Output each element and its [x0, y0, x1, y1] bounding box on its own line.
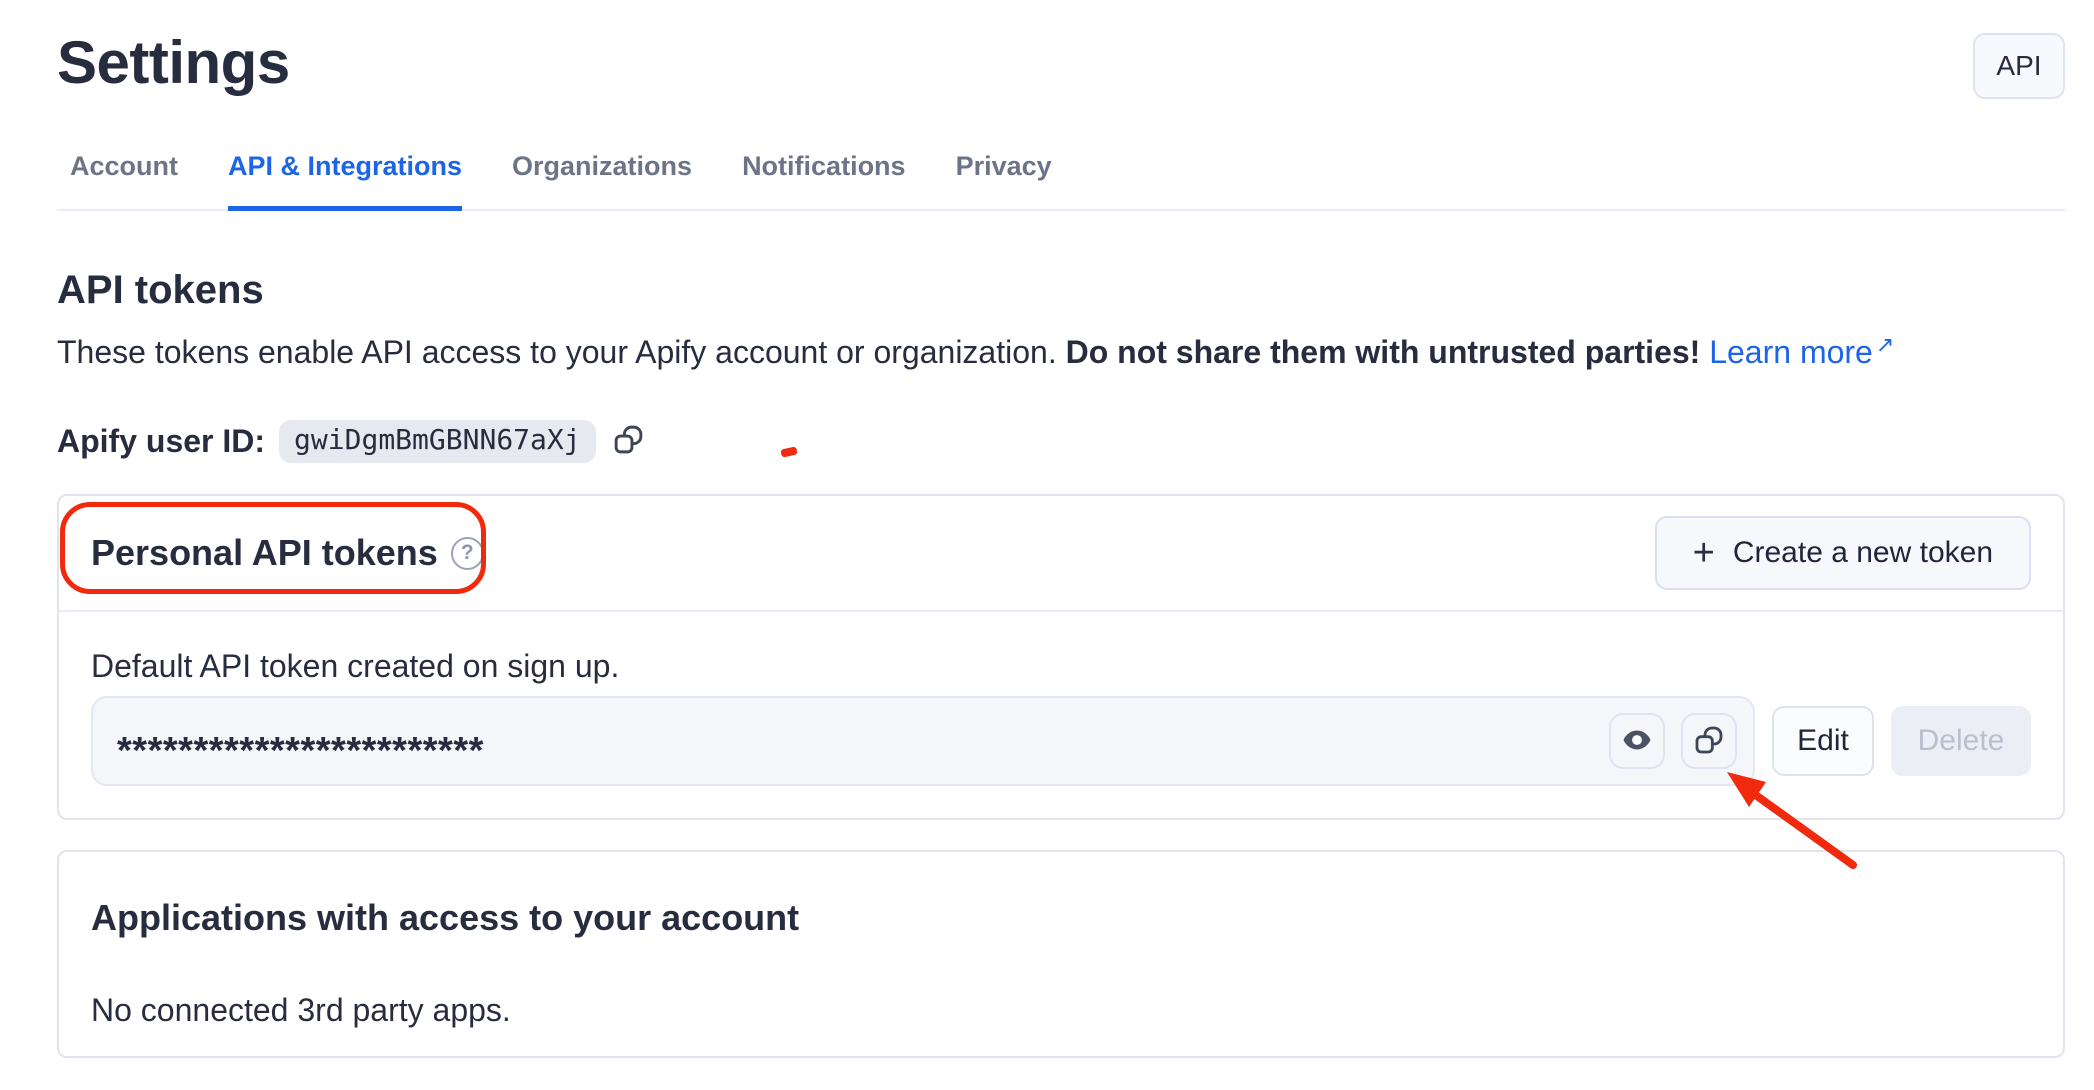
copy-user-id-button[interactable] [611, 423, 647, 459]
description-warning: Do not share them with untrusted parties… [1066, 334, 1701, 370]
description-text: These tokens enable API access to your A… [57, 334, 1066, 370]
plus-icon: + [1693, 538, 1715, 568]
personal-tokens-card-header: Personal API tokens ? + Create a new tok… [59, 496, 2063, 612]
token-description: Default API token created on sign up. [91, 644, 2031, 688]
tab-privacy[interactable]: Privacy [956, 149, 1052, 211]
edit-token-button[interactable]: Edit [1772, 706, 1874, 776]
settings-page: Settings API Account API & Integrations … [0, 0, 2094, 1090]
user-id-value: gwiDgmBmGBNN67aXj [279, 420, 596, 463]
create-token-button[interactable]: + Create a new token [1655, 516, 2031, 590]
delete-token-button[interactable]: Delete [1891, 706, 2031, 776]
token-row: ************************ [91, 696, 2031, 786]
token-field-actions [1609, 713, 1737, 769]
copy-icon [1693, 724, 1725, 759]
settings-tabs: Account API & Integrations Organizations… [57, 149, 2065, 211]
personal-tokens-title: Personal API tokens [91, 531, 438, 575]
eye-icon [1621, 724, 1653, 759]
copy-token-button[interactable] [1681, 713, 1737, 769]
api-tokens-description: These tokens enable API access to your A… [57, 329, 2065, 379]
reveal-token-button[interactable] [1609, 713, 1665, 769]
user-id-row: Apify user ID: gwiDgmBmGBNN67aXj [57, 419, 2065, 463]
applications-empty-message: No connected 3rd party apps. [91, 988, 2031, 1032]
masked-token-value: ************************ [117, 730, 484, 773]
personal-api-tokens-card: Personal API tokens ? + Create a new tok… [57, 494, 2065, 820]
copy-icon [612, 423, 645, 459]
help-icon[interactable]: ? [451, 537, 484, 570]
api-tokens-heading: API tokens [57, 265, 2065, 315]
page-title: Settings [57, 30, 290, 96]
card-title-group: Personal API tokens ? [91, 531, 484, 575]
token-value-field: ************************ [91, 696, 1755, 786]
tab-notifications[interactable]: Notifications [742, 149, 906, 211]
external-link-icon: ↗ [1876, 322, 1894, 368]
create-token-label: Create a new token [1733, 536, 1993, 570]
api-badge-button[interactable]: API [1973, 33, 2065, 99]
tab-api-integrations[interactable]: API & Integrations [228, 149, 462, 211]
personal-tokens-card-body: Default API token created on sign up. **… [59, 612, 2063, 818]
learn-more-link[interactable]: Learn more [1700, 334, 1873, 370]
applications-card: Applications with access to your account… [57, 850, 2065, 1058]
applications-title: Applications with access to your account [91, 896, 2031, 940]
tab-account[interactable]: Account [70, 149, 178, 211]
user-id-label: Apify user ID: [57, 423, 265, 460]
tab-organizations[interactable]: Organizations [512, 149, 692, 211]
page-header: Settings API [57, 30, 2065, 99]
